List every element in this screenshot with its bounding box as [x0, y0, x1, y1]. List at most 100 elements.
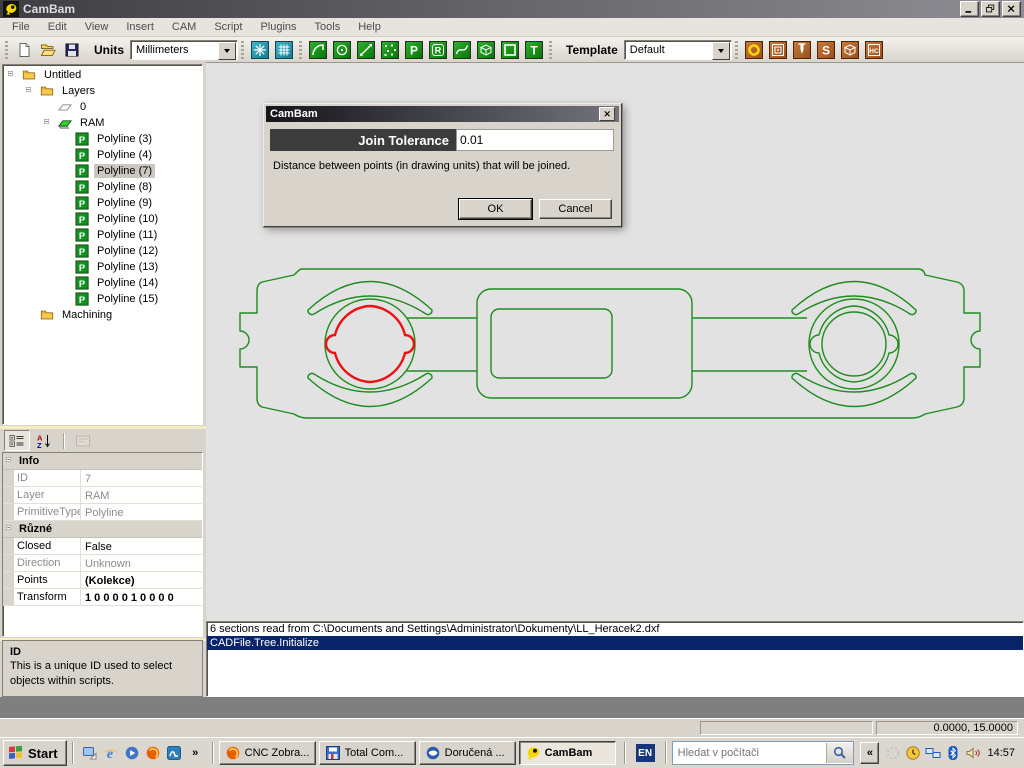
- heightmap-button[interactable]: HC: [863, 39, 885, 61]
- circle-button[interactable]: [331, 39, 353, 61]
- open-folder-button[interactable]: [37, 39, 59, 61]
- text-button[interactable]: T: [523, 39, 545, 61]
- menu-view[interactable]: View: [76, 19, 118, 35]
- minimize-button[interactable]: [960, 1, 979, 17]
- language-indicator[interactable]: EN: [636, 744, 655, 762]
- chevron-down-icon[interactable]: [218, 42, 236, 60]
- units-combobox[interactable]: Millimeters: [130, 40, 238, 60]
- tree-item[interactable]: 0: [3, 99, 202, 115]
- log-line[interactable]: 6 sections read from C:\Documents and Se…: [207, 622, 1023, 636]
- task-button-cnc-zobra-[interactable]: CNC Zobra...: [219, 741, 316, 765]
- menu-tools[interactable]: Tools: [306, 19, 350, 35]
- rectangle-button[interactable]: R: [427, 39, 449, 61]
- collapse-tray-button[interactable]: «: [860, 742, 879, 764]
- categorized-button[interactable]: [4, 430, 30, 451]
- property-row[interactable]: PrimitiveTypePolyline: [3, 504, 202, 521]
- tree-item[interactable]: PPolyline (13): [3, 259, 202, 275]
- polyline-button[interactable]: P: [403, 39, 425, 61]
- clock-icon[interactable]: [905, 745, 921, 761]
- line-button[interactable]: [355, 39, 377, 61]
- log-line[interactable]: CADFile.Tree.Initialize: [207, 636, 1023, 650]
- new-document-button[interactable]: [13, 39, 35, 61]
- spline-button[interactable]: [451, 39, 473, 61]
- dashed-circle-icon[interactable]: [885, 745, 901, 761]
- tree-item[interactable]: PPolyline (3): [3, 131, 202, 147]
- pocket-button[interactable]: [767, 39, 789, 61]
- cancel-button[interactable]: Cancel: [539, 199, 612, 219]
- drill-button[interactable]: [791, 39, 813, 61]
- grid-button[interactable]: [273, 39, 295, 61]
- save-button[interactable]: [61, 39, 83, 61]
- property-row[interactable]: LayerRAM: [3, 487, 202, 504]
- tree-item[interactable]: Layers: [3, 83, 202, 99]
- tree-item[interactable]: PPolyline (4): [3, 147, 202, 163]
- start-button[interactable]: Start: [3, 740, 67, 766]
- surface-button[interactable]: [475, 39, 497, 61]
- tree-item[interactable]: RAM: [3, 115, 202, 131]
- property-category[interactable]: Různé: [3, 521, 202, 538]
- window-titlebar: CamBam: [0, 0, 1024, 18]
- property-row[interactable]: Points(Kolekce): [3, 572, 202, 589]
- tree-item[interactable]: PPolyline (9): [3, 195, 202, 211]
- tree-item[interactable]: PPolyline (14): [3, 275, 202, 291]
- volume-icon[interactable]: [965, 745, 981, 761]
- firefox-icon[interactable]: [145, 745, 161, 761]
- collapse-icon[interactable]: [6, 525, 15, 534]
- template-combobox[interactable]: Default: [624, 40, 732, 60]
- property-category[interactable]: Info: [3, 453, 202, 470]
- tree-item[interactable]: PPolyline (10): [3, 211, 202, 227]
- alphabetical-button[interactable]: AZ: [31, 430, 57, 451]
- solid-button[interactable]: [839, 39, 861, 61]
- property-row[interactable]: ClosedFalse: [3, 538, 202, 555]
- media-player-icon[interactable]: [124, 745, 140, 761]
- tree-item[interactable]: PPolyline (12): [3, 243, 202, 259]
- message-log[interactable]: 6 sections read from C:\Documents and Se…: [206, 621, 1024, 697]
- tree-item[interactable]: PPolyline (7): [3, 163, 202, 179]
- close-button[interactable]: [1002, 1, 1021, 17]
- polyline-tree-icon: P: [75, 196, 90, 211]
- search-button[interactable]: [826, 743, 853, 763]
- bluetooth-icon[interactable]: [945, 745, 961, 761]
- task-button-doru-en-[interactable]: Doručená ...: [419, 741, 516, 765]
- menu-insert[interactable]: Insert: [117, 19, 163, 35]
- dialog-close-icon[interactable]: [599, 107, 615, 121]
- cad-app-icon[interactable]: [166, 745, 182, 761]
- tree-item[interactable]: PPolyline (15): [3, 291, 202, 307]
- tree-item[interactable]: PPolyline (8): [3, 179, 202, 195]
- points-button[interactable]: [379, 39, 401, 61]
- join-tolerance-input[interactable]: [456, 129, 614, 151]
- property-pages-button[interactable]: [70, 430, 96, 451]
- task-button-cambam[interactable]: CamBam: [519, 741, 616, 765]
- search-input[interactable]: [673, 747, 826, 759]
- restore-button[interactable]: [981, 1, 1000, 17]
- overflow-chevron-icon[interactable]: »: [187, 743, 204, 763]
- network-icon[interactable]: [925, 745, 941, 761]
- property-row[interactable]: Transform1 0 0 0 0 1 0 0 0 0: [3, 589, 202, 606]
- collapse-icon[interactable]: [8, 71, 17, 80]
- task-button-total-com-[interactable]: Total Com...: [319, 741, 416, 765]
- dialog-titlebar[interactable]: CamBam: [266, 106, 619, 122]
- tree-item[interactable]: Machining: [3, 307, 202, 323]
- tree-item[interactable]: Untitled: [3, 67, 202, 83]
- menu-plugins[interactable]: Plugins: [251, 19, 305, 35]
- show-desktop-icon[interactable]: [82, 745, 98, 761]
- menu-cam[interactable]: CAM: [163, 19, 205, 35]
- menu-help[interactable]: Help: [349, 19, 390, 35]
- menu-edit[interactable]: Edit: [39, 19, 76, 35]
- collapse-icon[interactable]: [6, 457, 15, 466]
- internet-explorer-icon[interactable]: e: [103, 745, 119, 761]
- square-button[interactable]: [499, 39, 521, 61]
- tree-item[interactable]: PPolyline (11): [3, 227, 202, 243]
- property-row[interactable]: ID7: [3, 470, 202, 487]
- ok-button[interactable]: OK: [459, 199, 532, 219]
- collapse-icon[interactable]: [44, 119, 53, 128]
- toolpath-button[interactable]: [743, 39, 765, 61]
- chevron-down-icon[interactable]: [712, 42, 730, 60]
- menu-script[interactable]: Script: [205, 19, 251, 35]
- snap-points-button[interactable]: [249, 39, 271, 61]
- menu-file[interactable]: File: [3, 19, 39, 35]
- collapse-icon[interactable]: [26, 87, 35, 96]
- engrave-button[interactable]: S: [815, 39, 837, 61]
- property-row[interactable]: DirectionUnknown: [3, 555, 202, 572]
- arc-button[interactable]: [307, 39, 329, 61]
